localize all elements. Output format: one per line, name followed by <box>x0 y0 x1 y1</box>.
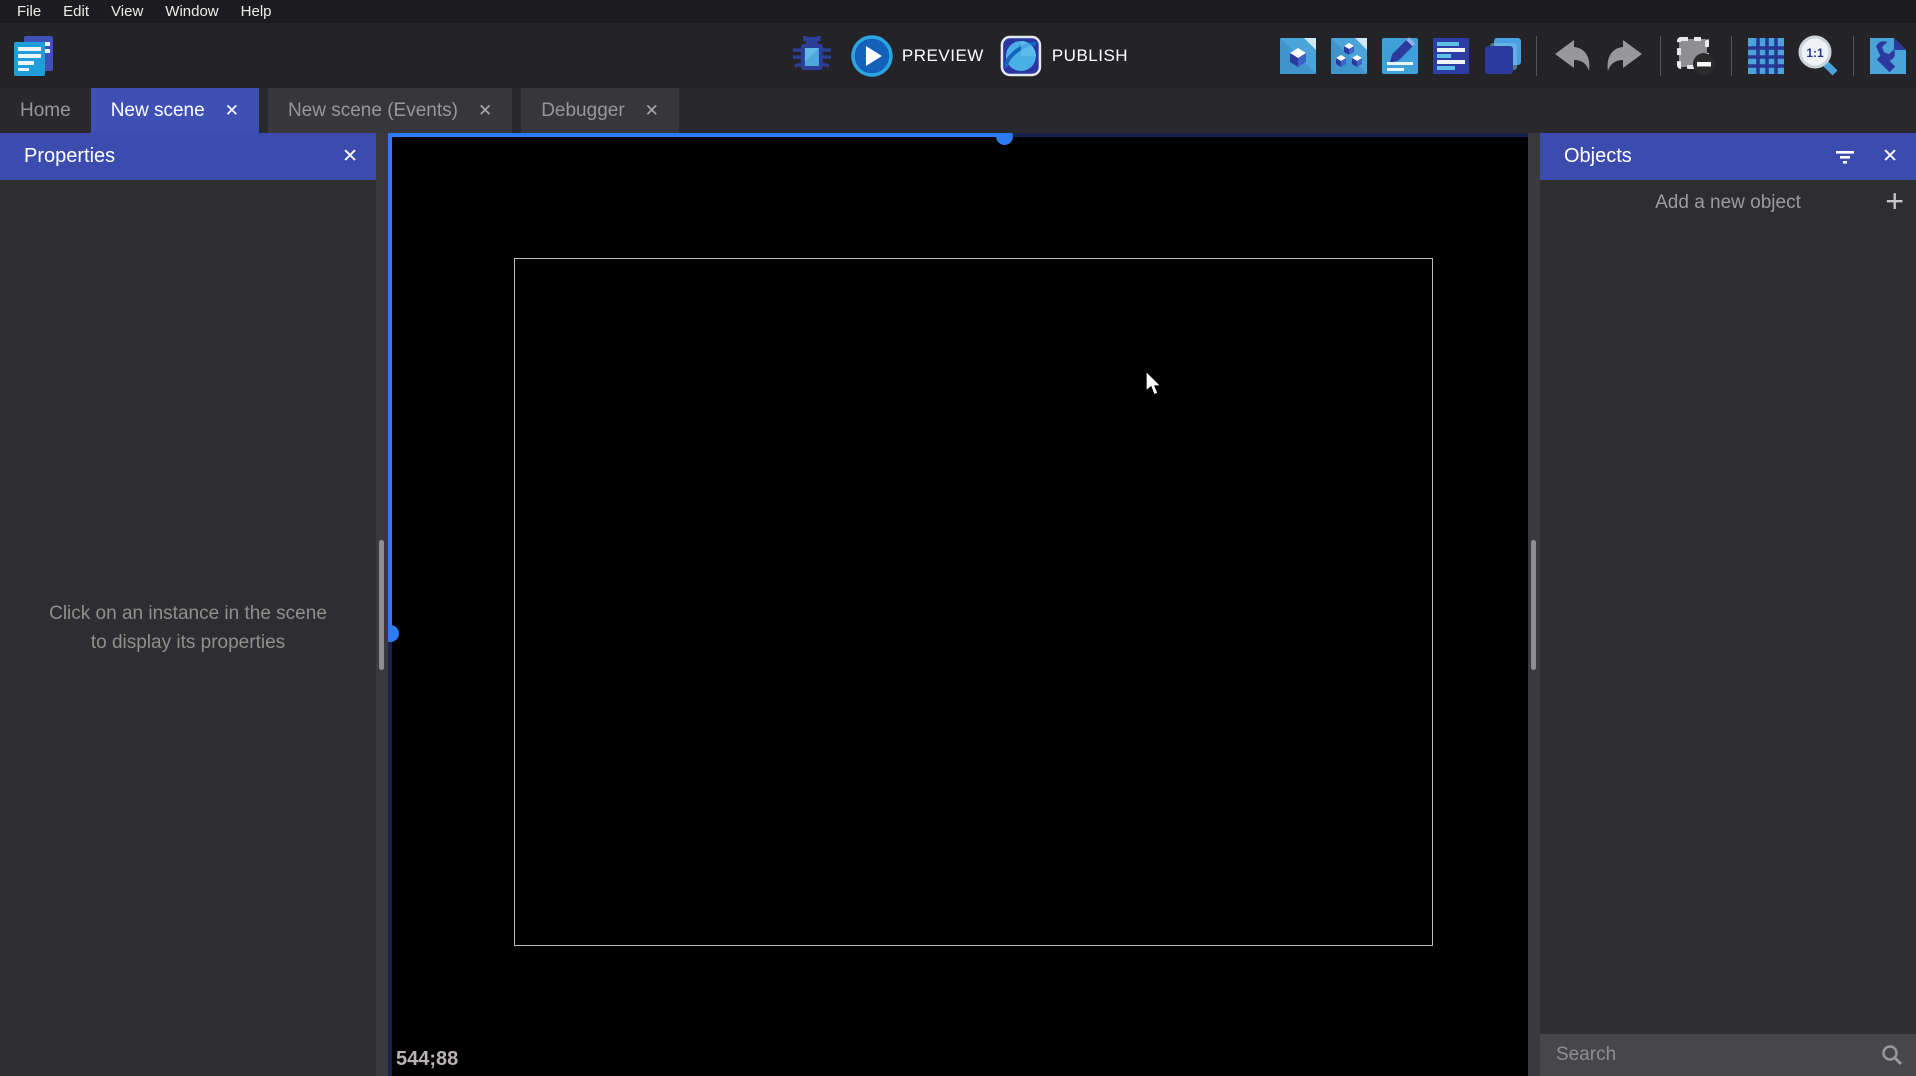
project-manager-icon[interactable] <box>10 33 56 79</box>
close-icon[interactable]: ✕ <box>1882 145 1898 168</box>
add-new-object-label: Add a new object <box>1540 192 1916 214</box>
menu-help[interactable]: Help <box>230 3 283 20</box>
play-icon <box>850 34 894 78</box>
vertical-scrollbar-fill <box>388 133 392 633</box>
setup-wrench-icon[interactable] <box>1866 34 1910 78</box>
filter-icon[interactable] <box>1834 148 1856 166</box>
menu-view[interactable]: View <box>100 3 154 20</box>
close-icon[interactable]: ✕ <box>225 101 239 121</box>
zoom-1-1-icon[interactable]: 1:1 <box>1795 33 1841 79</box>
toolbar-separator <box>1660 36 1661 76</box>
vertical-scrollbar-thumb[interactable] <box>388 625 399 642</box>
layers-icon[interactable] <box>1480 34 1524 78</box>
main-toolbar: PREVIEW PUBLISH <box>0 23 1916 88</box>
publish-button[interactable]: PUBLISH <box>998 33 1128 79</box>
mouse-cursor-icon <box>1144 370 1168 398</box>
tab-new-scene-events[interactable]: New scene (Events) ✕ <box>268 88 512 133</box>
deselect-icon[interactable] <box>1673 33 1719 79</box>
object-groups-icon[interactable] <box>1327 34 1371 78</box>
toolbar-separator <box>1731 36 1732 76</box>
undo-icon[interactable] <box>1549 33 1595 79</box>
menu-edit[interactable]: Edit <box>52 3 100 20</box>
preview-button[interactable]: PREVIEW <box>850 34 984 78</box>
main-area: Properties ✕ Click on an instance in the… <box>0 133 1916 1076</box>
objects-panel-header: Objects ✕ <box>1540 133 1916 180</box>
tab-new-scene[interactable]: New scene ✕ <box>91 88 259 133</box>
right-panel-splitter[interactable] <box>1528 133 1540 1076</box>
tab-label: New scene <box>111 100 205 122</box>
tab-home[interactable]: Home <box>0 88 91 133</box>
tab-label: Home <box>20 100 71 122</box>
objects-list[interactable] <box>1540 226 1916 1034</box>
grid-icon[interactable] <box>1744 34 1788 78</box>
menu-file[interactable]: File <box>6 3 52 20</box>
publish-globe-icon <box>998 33 1044 79</box>
tab-bar: Home New scene ✕ New scene (Events) ✕ De… <box>0 88 1916 133</box>
left-panel-splitter[interactable] <box>376 133 388 1076</box>
horizontal-scrollbar[interactable] <box>388 133 1528 137</box>
add-new-object-row[interactable]: Add a new object + <box>1540 180 1916 226</box>
properties-panel-title: Properties <box>24 145 316 168</box>
horizontal-scrollbar-thumb[interactable] <box>996 133 1013 145</box>
tab-debugger[interactable]: Debugger ✕ <box>521 88 679 133</box>
splitter-handle[interactable] <box>1531 540 1536 670</box>
plus-icon[interactable]: + <box>1885 185 1904 217</box>
objects-search-bar <box>1540 1034 1916 1076</box>
splitter-handle[interactable] <box>379 540 384 670</box>
publish-label: PUBLISH <box>1052 46 1128 66</box>
close-icon[interactable]: ✕ <box>478 101 492 121</box>
objects-panel: Objects ✕ Add a new object + <box>1540 133 1916 1076</box>
close-icon[interactable]: ✕ <box>645 101 659 121</box>
properties-panel-header: Properties ✕ <box>0 133 376 180</box>
debug-icon[interactable] <box>788 32 836 80</box>
scene-canvas[interactable]: 544;88 <box>388 133 1528 1076</box>
svg-text:1:1: 1:1 <box>1806 46 1824 60</box>
redo-icon[interactable] <box>1602 33 1648 79</box>
objects-editor-icon[interactable] <box>1276 34 1320 78</box>
vertical-scrollbar[interactable] <box>388 133 392 1076</box>
menu-window[interactable]: Window <box>154 3 229 20</box>
toolbar-separator <box>1536 36 1537 76</box>
tab-label: Debugger <box>541 100 624 122</box>
toolbar-separator <box>1853 36 1854 76</box>
menu-bar: File Edit View Window Help <box>0 0 1916 23</box>
properties-panel: Properties ✕ Click on an instance in the… <box>0 133 376 1076</box>
close-icon[interactable]: ✕ <box>342 145 358 168</box>
search-icon[interactable] <box>1880 1043 1904 1067</box>
properties-hint: Click on an instance in the scene to dis… <box>0 180 376 1076</box>
properties-pencil-icon[interactable] <box>1378 34 1422 78</box>
cursor-coordinates: 544;88 <box>396 1048 458 1071</box>
scene-window-frame <box>514 258 1433 946</box>
tab-label: New scene (Events) <box>288 100 458 122</box>
instances-list-icon[interactable] <box>1429 34 1473 78</box>
search-input[interactable] <box>1556 1044 1880 1066</box>
horizontal-scrollbar-fill <box>388 133 1004 137</box>
preview-label: PREVIEW <box>902 46 984 66</box>
objects-panel-title: Objects <box>1564 145 1808 168</box>
